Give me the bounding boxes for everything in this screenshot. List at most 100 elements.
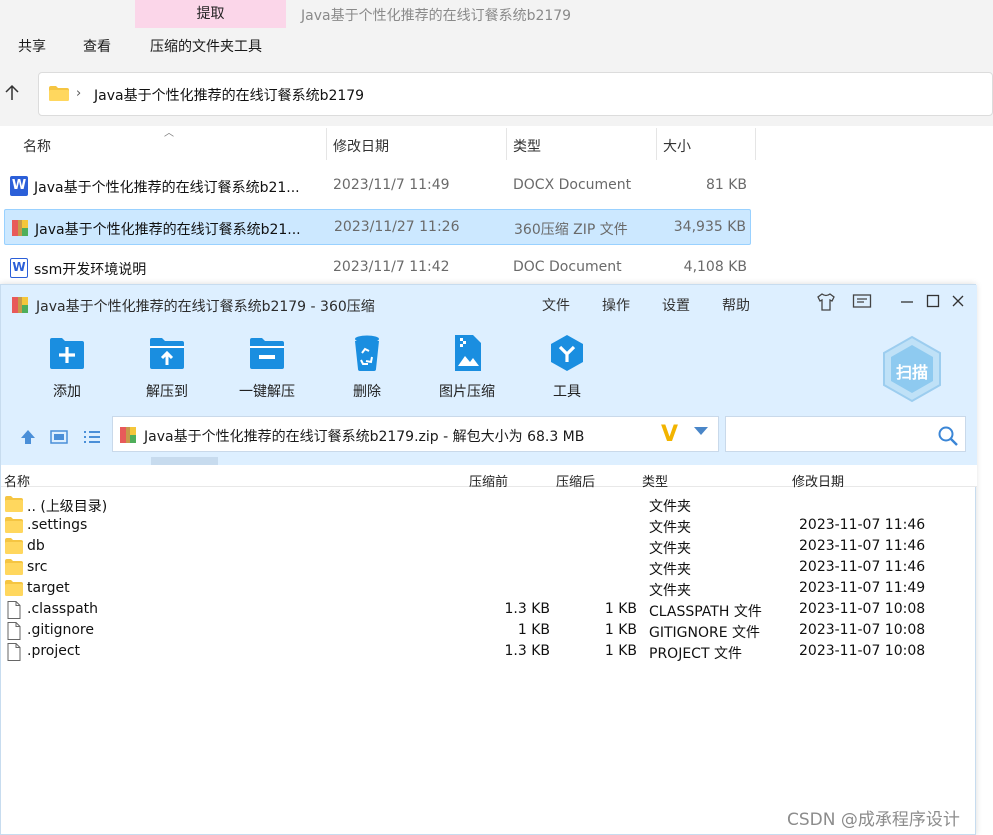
scan-button[interactable]: 扫描	[881, 335, 943, 403]
file-size: 4,108 KB	[683, 259, 747, 275]
file-name: Java基于个性化推荐的在线订餐系统b21...	[35, 222, 301, 238]
column-divider[interactable]	[506, 128, 507, 160]
maximize-icon[interactable]	[922, 293, 944, 313]
list-item[interactable]: .classpath 1.3 KB 1 KB CLASSPATH 文件 2023…	[1, 599, 977, 620]
one-click-extract-button[interactable]: 一键解压	[227, 333, 307, 403]
breadcrumb[interactable]: Java基于个性化推荐的在线订餐系统b2179	[94, 85, 364, 105]
search-input[interactable]	[725, 416, 966, 452]
tab-indicator	[151, 457, 218, 465]
item-date: 2023-11-07 11:49	[799, 580, 926, 596]
list-item[interactable]: .settings 文件夹 2023-11-07 11:46	[1, 515, 977, 536]
item-size-after: 1 KB	[604, 643, 637, 659]
list-view-icon[interactable]	[82, 427, 102, 447]
tab-view[interactable]: 查看	[83, 36, 111, 56]
window-title: Java基于个性化推荐的在线订餐系统b2179	[301, 8, 572, 24]
watermark: CSDN @成承程序设计	[787, 810, 960, 830]
word-docx-icon: W	[10, 176, 28, 196]
list-item[interactable]: src 文件夹 2023-11-07 11:46	[1, 557, 977, 578]
file-row[interactable]: W ssm开发环境说明 2023/11/7 11:42 DOC Document…	[4, 250, 751, 286]
item-name: db	[27, 538, 45, 554]
column-divider[interactable]	[326, 128, 327, 160]
file-type: DOCX Document	[513, 177, 632, 193]
file-date: 2023/11/7 11:49	[333, 177, 450, 193]
list-item[interactable]: target 文件夹 2023-11-07 11:49	[1, 578, 977, 599]
ribbon-tabs: 共享 查看 压缩的文件夹工具	[0, 30, 993, 62]
thumbnail-view-icon[interactable]	[49, 427, 69, 447]
file-row[interactable]: W Java基于个性化推荐的在线订餐系统b21... 2023/11/7 11:…	[4, 168, 751, 204]
file-icon	[5, 622, 23, 640]
menu-file[interactable]: 文件	[542, 295, 570, 315]
delete-button[interactable]: 删除	[327, 333, 407, 403]
list-item[interactable]: db 文件夹 2023-11-07 11:46	[1, 536, 977, 557]
column-before[interactable]: 压缩前	[469, 471, 508, 490]
item-size-before: 1.3 KB	[504, 601, 551, 617]
column-divider[interactable]	[755, 128, 756, 160]
verified-v-icon[interactable]: V	[661, 422, 678, 447]
file-size: 81 KB	[705, 177, 747, 193]
tools-button[interactable]: 工具	[527, 333, 607, 403]
item-date: 2023-11-07 11:46	[799, 517, 926, 533]
file-name: Java基于个性化推荐的在线订餐系统b21...	[34, 180, 300, 196]
chevron-right-icon[interactable]: ›	[76, 86, 81, 101]
folder-icon	[5, 496, 23, 512]
scan-label: 扫描	[895, 363, 928, 382]
tool-label: 删除	[353, 384, 381, 400]
extract-to-button[interactable]: 解压到	[127, 333, 207, 403]
column-date[interactable]: 修改日期	[333, 136, 389, 156]
file-name: ssm开发环境说明	[34, 262, 147, 278]
up-arrow-icon[interactable]	[3, 84, 21, 102]
item-size-after: 1 KB	[604, 622, 637, 638]
message-icon[interactable]	[851, 293, 873, 315]
item-size-after: 1 KB	[604, 601, 637, 617]
tool-label: 添加	[53, 384, 81, 400]
zip-archive-icon	[11, 296, 29, 314]
file-size: 34,935 KB	[673, 219, 746, 235]
file-icon	[5, 643, 23, 661]
file-type: DOC Document	[513, 259, 622, 275]
image-compress-button[interactable]: 图片压缩	[427, 333, 507, 403]
up-level-icon[interactable]	[18, 427, 38, 447]
tools-hexagon-icon	[547, 333, 587, 373]
folder-icon	[5, 517, 23, 533]
menu-help[interactable]: 帮助	[722, 295, 750, 315]
item-type: CLASSPATH 文件	[649, 604, 762, 620]
skin-shirt-icon[interactable]	[815, 293, 837, 315]
folder-icon	[5, 538, 23, 554]
list-item[interactable]: .project 1.3 KB 1 KB PROJECT 文件 2023-11-…	[1, 641, 977, 662]
search-icon[interactable]	[937, 425, 959, 447]
column-name[interactable]: 名称	[23, 136, 51, 156]
menu-operation[interactable]: 操作	[602, 295, 630, 315]
tool-label: 工具	[553, 384, 581, 400]
tab-extract[interactable]: 提取	[135, 0, 286, 28]
list-item[interactable]: .gitignore 1 KB 1 KB GITIGNORE 文件 2023-1…	[1, 620, 977, 641]
column-divider[interactable]	[656, 128, 657, 160]
one-click-extract-icon	[247, 333, 287, 373]
column-date[interactable]: 修改日期	[792, 471, 844, 490]
item-size-before: 1 KB	[517, 622, 550, 638]
list-item[interactable]: .. (上级目录) 文件夹	[1, 494, 977, 515]
file-date: 2023/11/27 11:26	[334, 219, 460, 235]
column-size[interactable]: 大小	[663, 136, 691, 156]
tab-compressed-folder-tools[interactable]: 压缩的文件夹工具	[150, 36, 262, 56]
chevron-down-icon[interactable]	[694, 427, 708, 435]
item-date: 2023-11-07 11:46	[799, 559, 926, 575]
minimize-icon[interactable]	[896, 293, 918, 313]
tab-share[interactable]: 共享	[18, 36, 46, 56]
folder-icon	[5, 559, 23, 575]
zip-window-title: Java基于个性化推荐的在线订餐系统b2179 - 360压缩	[36, 299, 375, 315]
column-type[interactable]: 类型	[513, 136, 541, 156]
column-type[interactable]: 类型	[642, 471, 668, 490]
item-type: PROJECT 文件	[649, 646, 742, 662]
item-type: 文件夹	[649, 499, 691, 515]
item-type: 文件夹	[649, 520, 691, 536]
item-type: 文件夹	[649, 541, 691, 557]
folder-icon	[5, 580, 23, 596]
item-name: target	[27, 580, 70, 596]
close-icon[interactable]	[947, 293, 969, 313]
file-row-selected[interactable]: Java基于个性化推荐的在线订餐系统b21... 2023/11/27 11:2…	[4, 209, 751, 245]
add-button[interactable]: 添加	[27, 333, 107, 403]
column-name[interactable]: 名称	[4, 471, 30, 490]
item-name: .. (上级目录)	[27, 499, 108, 515]
column-after[interactable]: 压缩后	[556, 471, 595, 490]
menu-settings[interactable]: 设置	[662, 295, 690, 315]
